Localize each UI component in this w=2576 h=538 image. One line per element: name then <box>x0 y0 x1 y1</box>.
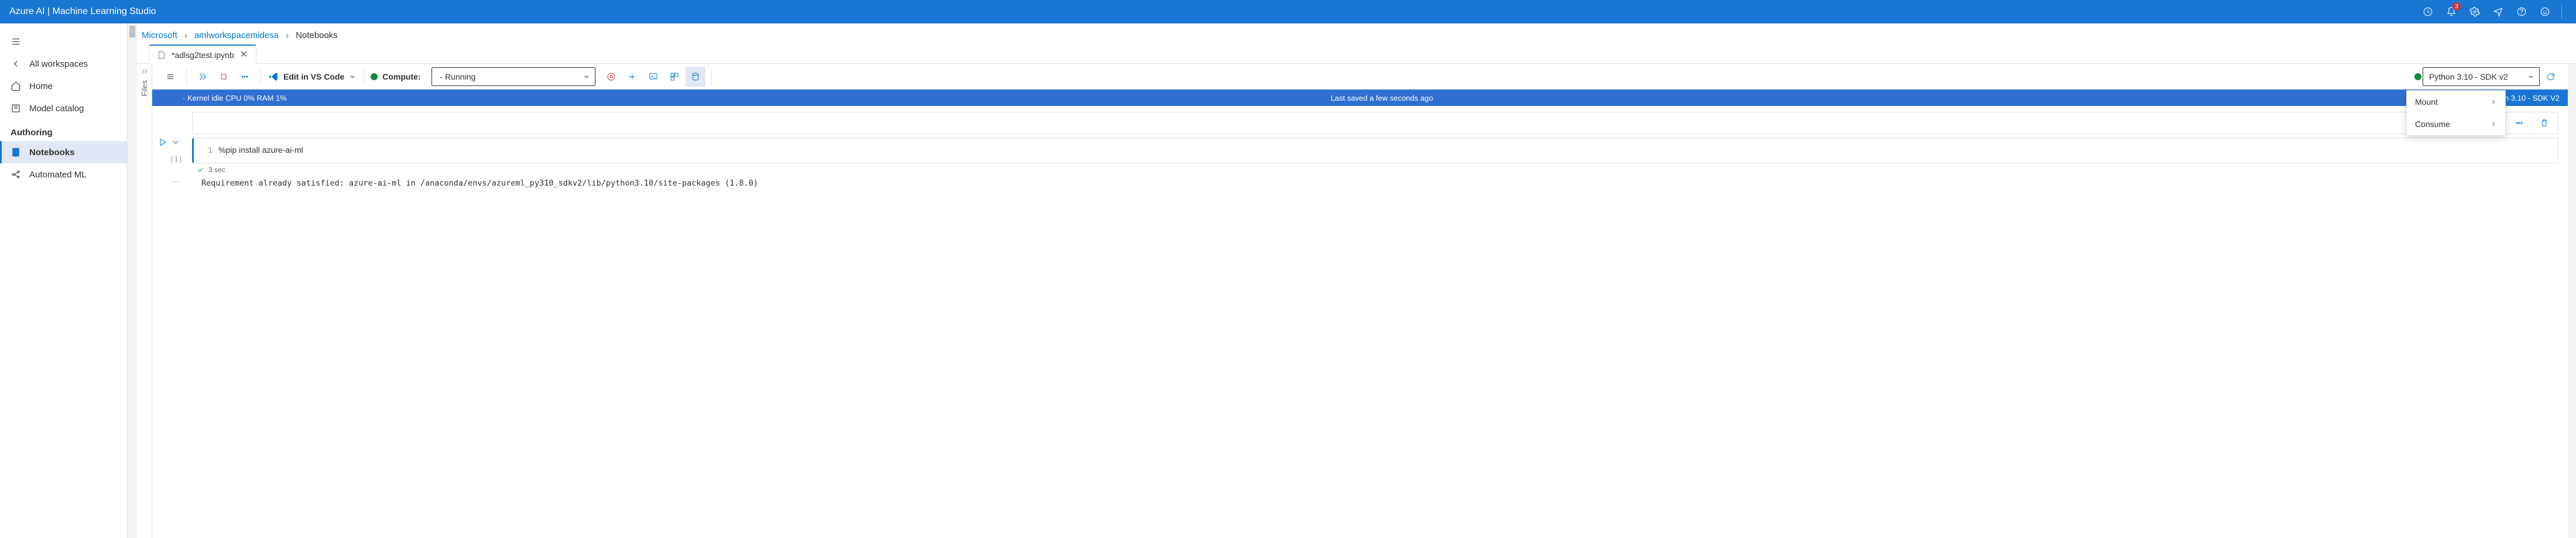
edit-in-vscode-button[interactable]: Edit in VS Code <box>262 71 362 82</box>
files-panel-label: Files <box>140 80 149 96</box>
notification-badge: 3 <box>2452 2 2461 11</box>
output-more-icon[interactable]: ⋯ <box>172 177 180 187</box>
app-title: Azure AI | Machine Learning Studio <box>9 6 156 17</box>
notebooks-label: Notebooks <box>29 148 75 157</box>
cell-run-controls <box>158 138 180 149</box>
data-actions-dropdown: Mount Consume <box>2406 90 2506 136</box>
vscode-label: Edit in VS Code <box>283 72 344 81</box>
model-catalog-label: Model catalog <box>29 104 84 114</box>
automated-ml-label: Automated ML <box>29 170 87 180</box>
menu-icon[interactable] <box>160 67 180 87</box>
settings-icon[interactable] <box>2463 0 2486 23</box>
notebook-toolbar: Edit in VS Code Compute: - Running <box>152 64 2568 90</box>
kernel-status: · Kernel idle CPU 0% RAM 1% <box>152 94 287 102</box>
help-icon[interactable] <box>2510 0 2533 23</box>
chevron-right-icon <box>2490 98 2497 105</box>
kernel-status-dot <box>2414 73 2421 80</box>
breadcrumb-root[interactable]: Microsoft <box>142 30 177 40</box>
home-label: Home <box>29 81 53 91</box>
notifications-icon[interactable]: 3 <box>2440 0 2463 23</box>
hamburger-menu[interactable] <box>0 30 127 53</box>
run-cell-dropdown-icon[interactable] <box>171 138 180 149</box>
line-number: 1 <box>201 145 218 155</box>
cell-toolbar <box>192 112 2558 134</box>
exec-time: 3 sec <box>208 166 225 174</box>
smile-icon[interactable] <box>2533 0 2557 23</box>
dropdown-mount[interactable]: Mount <box>2407 91 2505 113</box>
delete-cell-icon[interactable] <box>2536 115 2553 131</box>
chevron-right-icon: › <box>184 30 187 40</box>
cell-more-icon[interactable] <box>2510 115 2528 131</box>
vscode-icon <box>268 71 279 82</box>
kernel-value: Python 3.10 - SDK v2 <box>2429 72 2508 81</box>
chevron-down-icon <box>349 73 356 80</box>
cell-meta: 3 sec <box>157 163 2558 175</box>
sidebar-item-notebooks[interactable]: Notebooks <box>0 141 127 163</box>
chevron-right-icon: › <box>286 30 289 40</box>
code-content: %pip install azure-ai-ml <box>218 145 303 155</box>
stop-compute-icon[interactable] <box>601 67 621 87</box>
cell-area: 1%pip install azure-ai-ml [1] 3 sec ⋯ Re… <box>152 106 2568 188</box>
close-tab-icon[interactable]: ✕ <box>240 50 248 60</box>
recent-icon[interactable] <box>2416 0 2440 23</box>
run-cell-icon[interactable] <box>158 138 167 149</box>
mount-label: Mount <box>2415 97 2438 107</box>
more-icon[interactable] <box>235 67 255 87</box>
chevron-down-icon <box>583 73 590 80</box>
cell-code[interactable]: 1%pip install azure-ai-ml <box>194 143 2558 158</box>
notebook-file-icon <box>157 51 166 59</box>
tabbar: *adlsg2test.ipynb ✕ <box>137 43 2576 64</box>
compute-value: - Running <box>440 72 476 81</box>
compute-status-dot <box>371 73 378 80</box>
file-tab[interactable]: *adlsg2test.ipynb ✕ <box>149 44 256 64</box>
all-workspaces-link[interactable]: All workspaces <box>0 53 127 75</box>
sidebar-scrollbar[interactable] <box>128 23 137 538</box>
dropdown-consume[interactable]: Consume <box>2407 113 2505 135</box>
breadcrumb-workspace[interactable]: amlworkspacemidesa <box>194 30 279 40</box>
kernel-select[interactable]: Python 3.10 - SDK v2 <box>2423 67 2540 86</box>
topbar: Azure AI | Machine Learning Studio 3 <box>0 0 2576 23</box>
run-all-icon[interactable] <box>193 67 213 87</box>
tab-filename: *adlsg2test.ipynb <box>172 50 234 60</box>
sidebar: All workspaces Home Model catalog Author… <box>0 23 128 538</box>
stop-icon[interactable] <box>214 67 234 87</box>
all-workspaces-label: All workspaces <box>29 59 88 69</box>
expand-icon <box>141 67 149 76</box>
compute-section: Compute: <box>365 72 426 81</box>
authoring-section-header: Authoring <box>0 119 127 141</box>
cell-output: Requirement already satisfied: azure-ai-… <box>157 175 2558 188</box>
chevron-right-icon <box>2490 121 2497 128</box>
check-icon <box>197 166 204 173</box>
consume-label: Consume <box>2415 119 2450 129</box>
instance-icon[interactable] <box>664 67 684 87</box>
sidebar-item-model-catalog[interactable]: Model catalog <box>0 97 127 119</box>
statusbar: · Kernel idle CPU 0% RAM 1% Last saved a… <box>152 90 2568 106</box>
sidebar-item-automated-ml[interactable]: Automated ML <box>0 163 127 186</box>
breadcrumb-current: Notebooks <box>296 30 338 40</box>
editor-scrollbar[interactable] <box>2568 64 2576 538</box>
topbar-divider <box>2561 5 2562 19</box>
code-cell[interactable]: 1%pip install azure-ai-ml <box>192 138 2558 163</box>
files-panel-collapsed[interactable]: Files <box>137 64 152 538</box>
feedback-icon[interactable] <box>2486 0 2510 23</box>
sidebar-item-home[interactable]: Home <box>0 75 127 97</box>
compute-select[interactable]: - Running <box>431 67 595 86</box>
data-actions-icon[interactable] <box>686 67 705 87</box>
breadcrumb: Microsoft › amlworkspacemidesa › Noteboo… <box>137 23 2576 43</box>
terminal-icon[interactable] <box>643 67 663 87</box>
chevron-down-icon <box>2527 73 2534 80</box>
refresh-icon[interactable] <box>2541 67 2561 87</box>
compute-label: Compute: <box>382 72 420 81</box>
add-compute-icon[interactable] <box>622 67 642 87</box>
save-status: Last saved a few seconds ago <box>287 94 2477 102</box>
execution-count: [1] <box>170 155 183 163</box>
